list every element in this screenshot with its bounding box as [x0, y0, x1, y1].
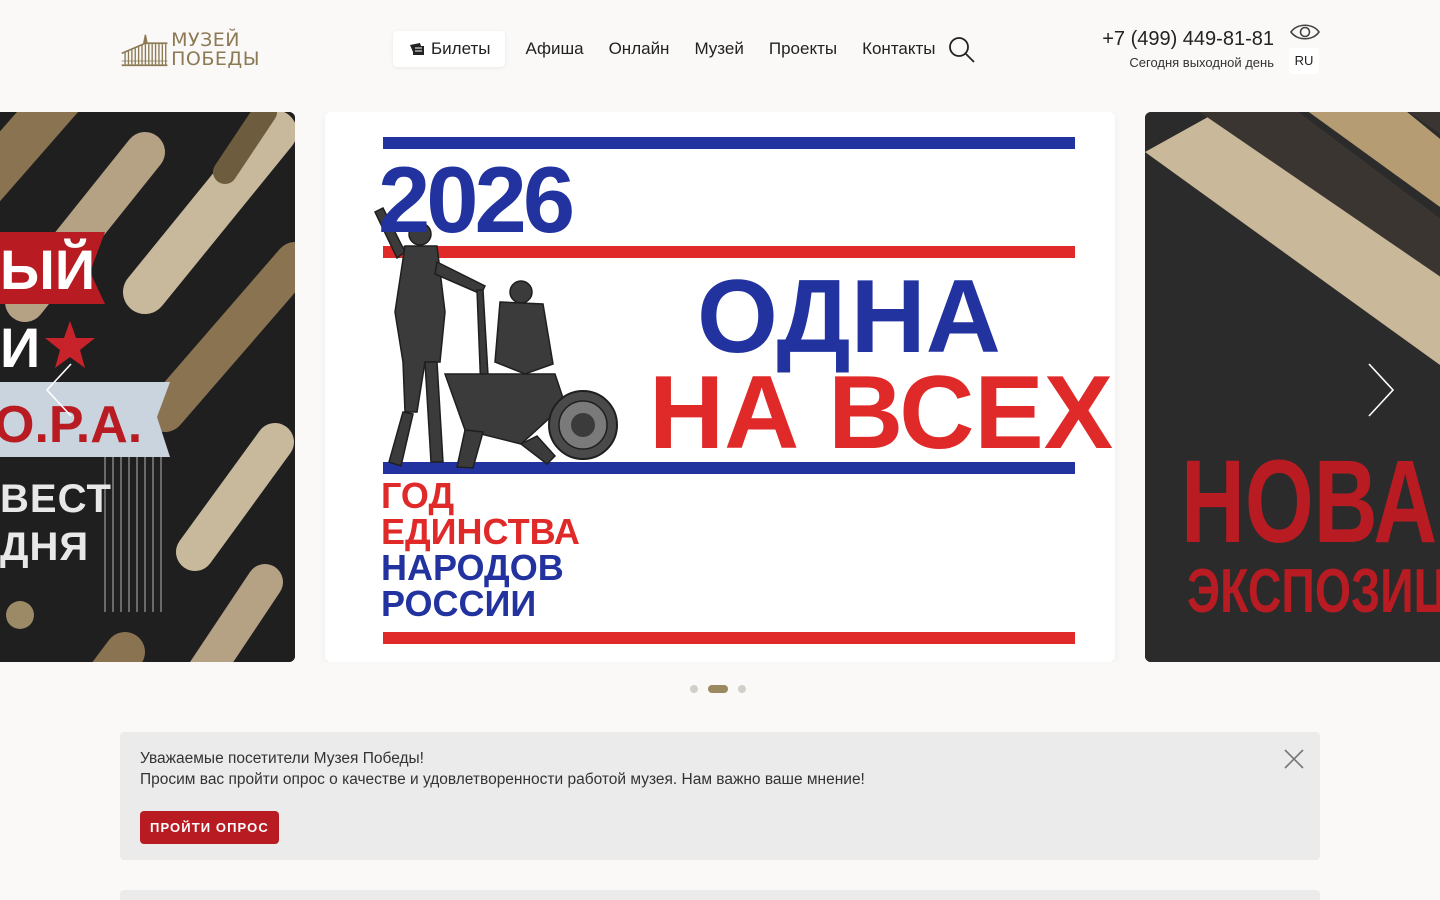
slide-current-subtitle: ГОД ЕДИНСТВА НАРОДОВ РОССИИ — [381, 478, 580, 622]
museum-logo[interactable]: МУЗЕЙ ПОБЕДЫ — [120, 28, 260, 72]
chevron-left-icon — [45, 363, 72, 417]
slide-current-subtitle-line2: ЕДИНСТВА — [381, 511, 580, 552]
take-survey-button[interactable]: ПРОЙТИ ОПРОС — [140, 811, 279, 844]
accessibility-button[interactable] — [1289, 20, 1321, 44]
nav-item-museum[interactable]: Музей — [694, 39, 743, 59]
slider-prev-button[interactable] — [44, 362, 74, 418]
slider-dot-2[interactable] — [708, 685, 728, 693]
search-icon — [949, 37, 975, 63]
notice-message: Просим вас пройти опрос о качестве и удо… — [140, 771, 865, 788]
site-header: МУЗЕЙ ПОБЕДЫ Билеты Афиша Онлайн Музей П… — [0, 0, 1440, 100]
eye-icon — [1290, 24, 1320, 40]
tickets-label: Билеты — [431, 39, 491, 58]
phone-number[interactable]: +7 (499) 449-81-81 — [1102, 28, 1274, 51]
slide-previous-line4: ВЕСТ — [0, 477, 112, 521]
logo-text-line2: ПОБЕДЫ — [171, 48, 260, 70]
slide-current[interactable]: 2026 ОДНА НА ВСЕХ ГОД ЕДИНСТВА НАРОДОВ Р… — [325, 112, 1115, 662]
slide-previous-line2: И — [0, 316, 41, 379]
nav-item-contacts[interactable]: Контакты — [862, 39, 935, 59]
slide-current-subtitle-line1: ГОД — [381, 475, 455, 516]
slide-next-line2: ЭКСПОЗИЦ — [1187, 557, 1440, 626]
slider-pagination — [690, 684, 756, 694]
nav-item-projects[interactable]: Проекты — [769, 39, 837, 59]
slide-current-year-text: 2026 — [378, 147, 575, 252]
slider-dot-1[interactable] — [690, 685, 698, 693]
notice-close-button[interactable] — [1283, 748, 1305, 770]
slide-current-year: 2026 — [378, 147, 575, 252]
slide-previous-line1: ЫЙ — [0, 238, 96, 301]
language-switcher[interactable]: RU — [1289, 48, 1319, 74]
hero-slider: ЫЙ И О.Р.А. ВЕСТ ДНЯ 2026 ОДНА НА ВСЕХ Г… — [0, 112, 1440, 662]
slide-current-subtitle-line4: РОССИИ — [381, 583, 537, 624]
search-button[interactable] — [948, 36, 976, 64]
next-section-edge — [120, 890, 1320, 900]
nav-item-online[interactable]: Онлайн — [609, 39, 670, 59]
survey-notice: Уважаемые посетители Музея Победы! Проси… — [120, 732, 1320, 860]
slide-next-line1: НОВА — [1181, 436, 1438, 568]
main-nav: Билеты Афиша Онлайн Музей Проекты Контак… — [393, 31, 961, 67]
ticket-icon — [410, 43, 424, 55]
slider-dot-3[interactable] — [738, 685, 746, 693]
tickets-button[interactable]: Билеты — [393, 31, 506, 67]
slide-current-subtitle-line3: НАРОДОВ — [381, 547, 564, 588]
slider-next-button[interactable] — [1366, 362, 1396, 418]
schedule-status: Сегодня выходной день — [1129, 55, 1274, 70]
slide-previous-line5: ДНЯ — [0, 525, 90, 569]
close-icon — [1284, 749, 1304, 769]
chevron-right-icon — [1368, 363, 1395, 417]
slide-current-headline-2: НА ВСЕХ — [649, 355, 1114, 471]
museum-building-icon — [121, 34, 168, 67]
notice-greeting: Уважаемые посетители Музея Победы! — [140, 750, 424, 767]
nav-item-afisha[interactable]: Афиша — [525, 39, 583, 59]
